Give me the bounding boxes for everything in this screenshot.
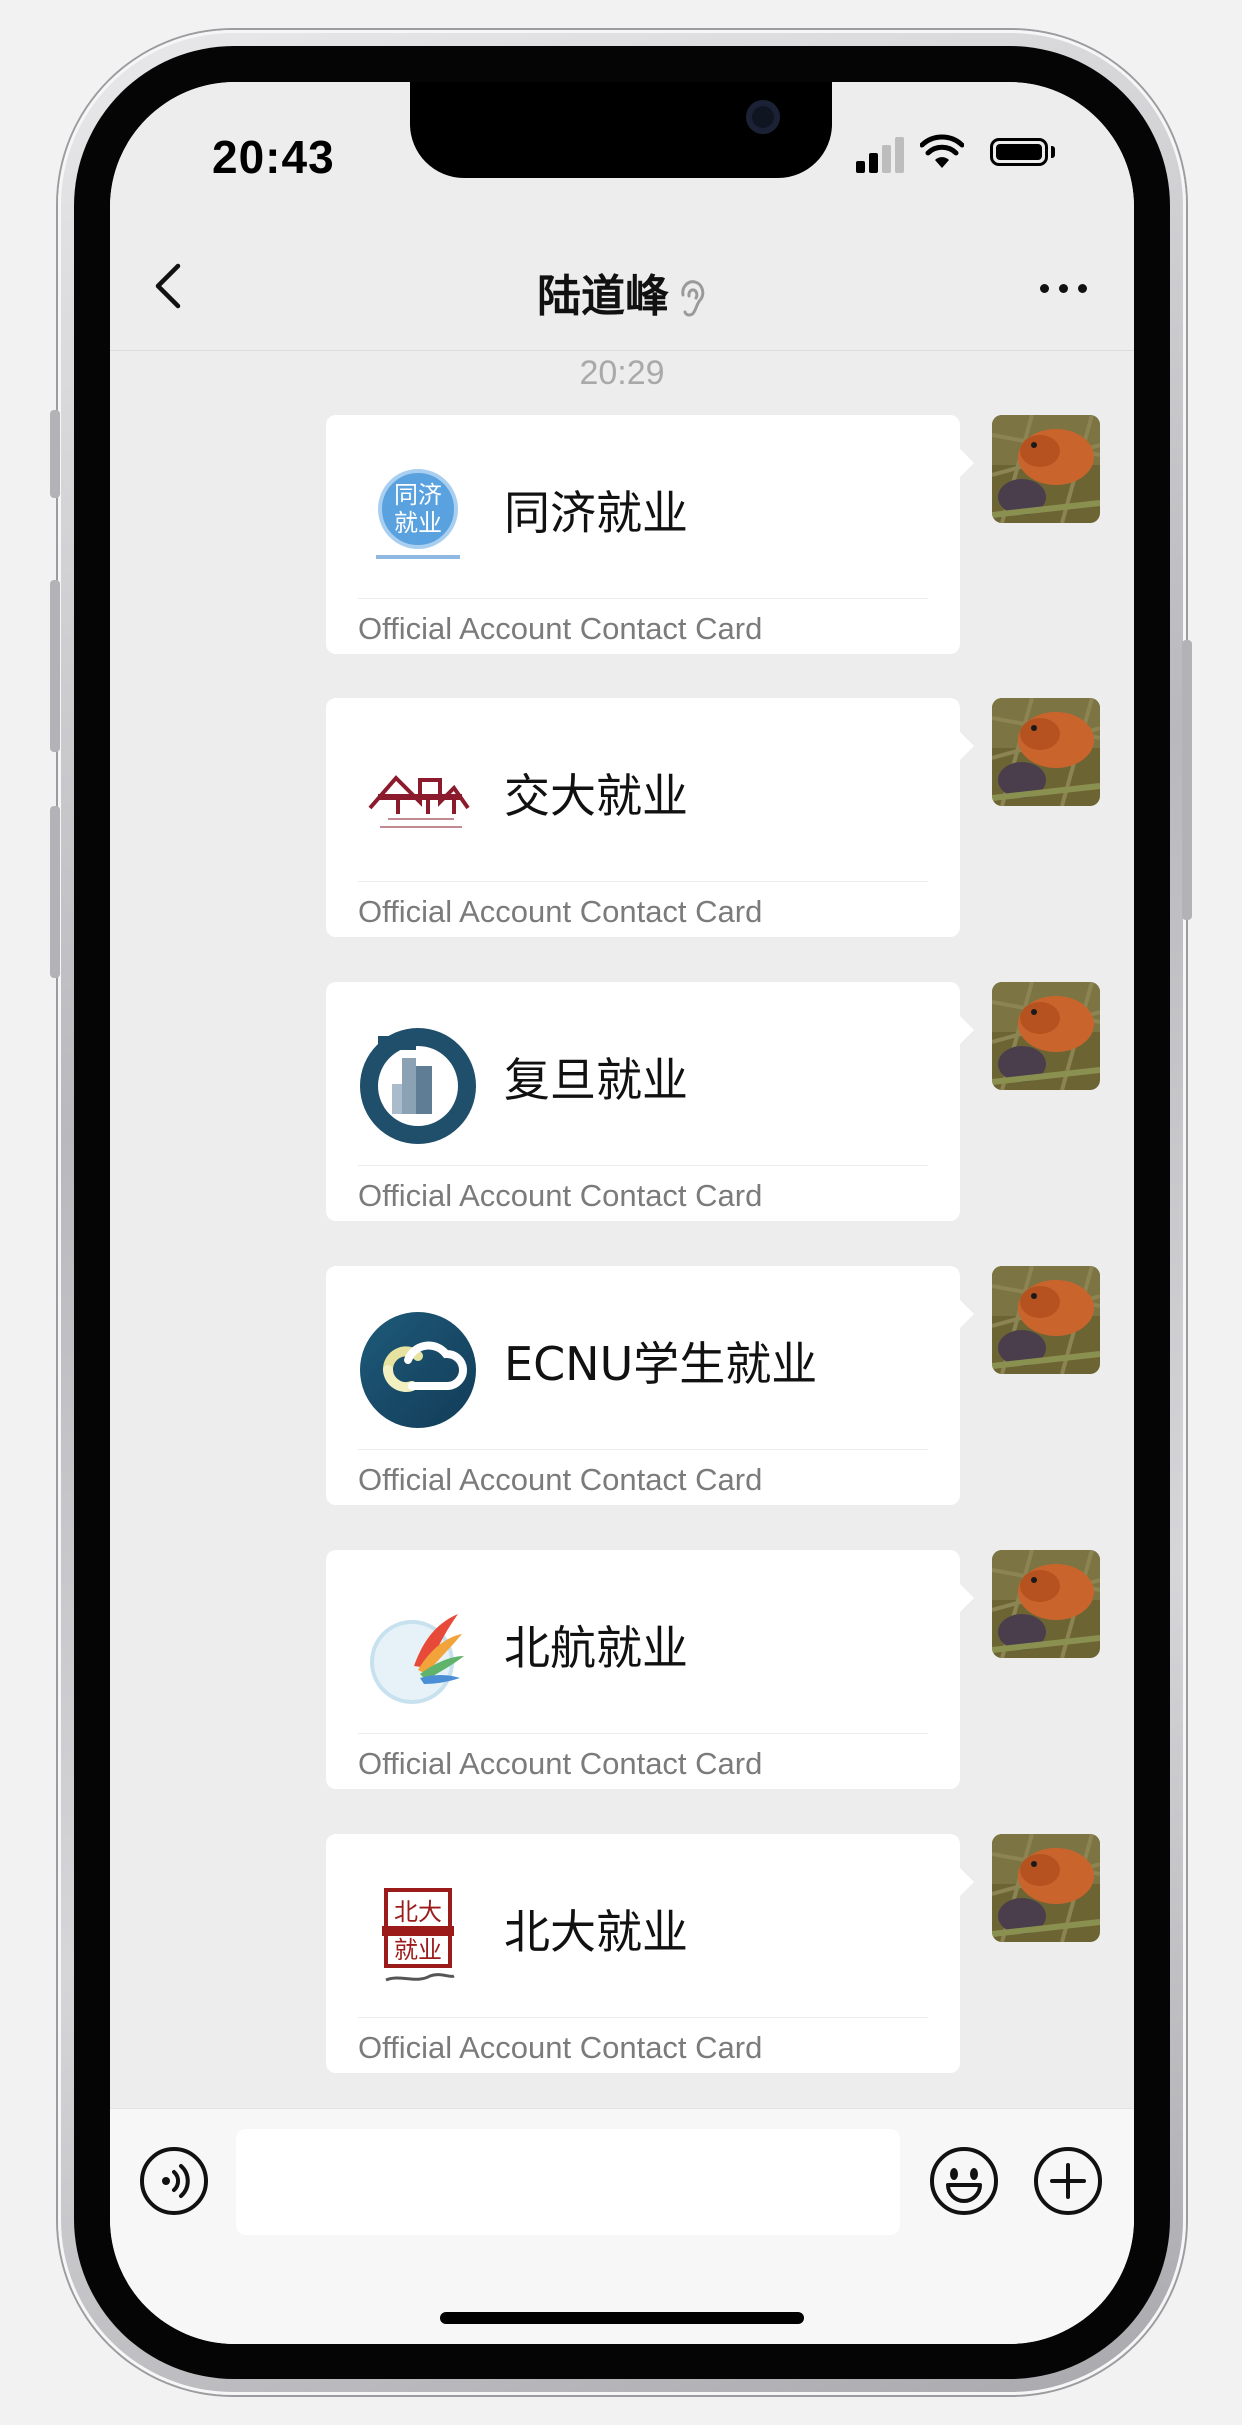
bubble-tail: [958, 447, 974, 479]
tongji-logo: 同济 就业: [356, 457, 480, 581]
card-type-label: Official Account Contact Card: [358, 611, 763, 646]
avatar[interactable]: [992, 982, 1100, 1090]
message-row: 北航就业 Official Account Contact Card: [110, 1550, 1134, 1790]
card-divider: [358, 1449, 928, 1450]
more-options-icon[interactable]: [1034, 268, 1094, 308]
avatar[interactable]: [992, 1834, 1100, 1942]
message-list: 20:29 同济 就业 同济就业 Official Account Contac…: [110, 350, 1134, 2190]
card-name: 同济就业: [504, 486, 688, 540]
message-row: ECNU学生就业 Official Account Contact Card: [110, 1266, 1134, 1506]
pku-logo: 北大 就业: [356, 1876, 480, 2000]
chat-title: 陆道峰: [110, 260, 1134, 324]
card-type-label: Official Account Contact Card: [358, 1746, 763, 1781]
bubble-tail: [958, 1866, 974, 1898]
card-divider: [358, 881, 928, 882]
notch: [410, 82, 832, 178]
card-name: 交大就业: [504, 769, 688, 823]
battery-cap: [1051, 146, 1055, 158]
message-row: 交大就业 Official Account Contact Card: [110, 698, 1134, 938]
status-bar: 20:43: [110, 82, 1134, 232]
contact-card[interactable]: ECNU学生就业 Official Account Contact Card: [326, 1266, 960, 1505]
avatar[interactable]: [992, 1550, 1100, 1658]
front-camera: [746, 100, 780, 134]
card-divider: [358, 598, 928, 599]
bubble-tail: [958, 1298, 974, 1330]
card-name: 复旦就业: [504, 1053, 688, 1107]
svg-text:同济: 同济: [394, 481, 442, 509]
message-row: 北大 就业 北大就业 Official Account Contact Card: [110, 1834, 1134, 2074]
card-divider: [358, 1733, 928, 1734]
ear-icon: [681, 280, 705, 317]
avatar[interactable]: [992, 1266, 1100, 1374]
avatar[interactable]: [992, 415, 1100, 523]
ecnu-logo: [356, 1308, 480, 1432]
bubble-tail: [958, 1014, 974, 1046]
card-type-label: Official Account Contact Card: [358, 2030, 763, 2065]
wifi-icon: [920, 134, 964, 168]
status-time: 20:43: [212, 131, 335, 183]
chat-title-text: 陆道峰: [537, 272, 669, 321]
volume-down-button: [50, 806, 60, 978]
message-input[interactable]: [236, 2129, 900, 2235]
emoji-icon[interactable]: [928, 2145, 1000, 2217]
card-divider: [358, 1165, 928, 1166]
screen: 20:43 陆道峰 20:29 同济 就业 同济就业 Official Acco…: [110, 82, 1134, 2344]
contact-card[interactable]: 北大 就业 北大就业 Official Account Contact Card: [326, 1834, 960, 2073]
card-divider: [358, 2017, 928, 2018]
volume-up-button: [50, 580, 60, 752]
svg-text:就业: 就业: [394, 1936, 442, 1964]
message-row: 复旦就业 Official Account Contact Card: [110, 982, 1134, 1222]
contact-card[interactable]: 同济 就业 同济就业 Official Account Contact Card: [326, 415, 960, 654]
chat-header: 陆道峰: [110, 232, 1134, 351]
avatar[interactable]: [992, 698, 1100, 806]
message-row: 同济 就业 同济就业 Official Account Contact Card: [110, 415, 1134, 655]
plus-icon[interactable]: [1032, 2145, 1104, 2217]
contact-card[interactable]: 复旦就业 Official Account Contact Card: [326, 982, 960, 1221]
message-timestamp: 20:29: [579, 354, 665, 392]
card-name: 北航就业: [504, 1621, 688, 1675]
cellular-signal-icon: [856, 137, 906, 173]
contact-card[interactable]: 北航就业 Official Account Contact Card: [326, 1550, 960, 1789]
card-name: ECNU学生就业: [504, 1337, 818, 1391]
svg-text:北大: 北大: [394, 1898, 442, 1926]
fudan-logo: [356, 1024, 480, 1148]
silent-switch: [50, 410, 60, 498]
svg-text:就业: 就业: [394, 509, 442, 537]
home-indicator[interactable]: [440, 2312, 804, 2324]
voice-icon[interactable]: [138, 2145, 210, 2217]
input-bar: [110, 2108, 1134, 2344]
contact-card[interactable]: 交大就业 Official Account Contact Card: [326, 698, 960, 937]
card-type-label: Official Account Contact Card: [358, 1178, 763, 1213]
card-name: 北大就业: [504, 1905, 688, 1959]
power-button: [1182, 640, 1192, 920]
card-type-label: Official Account Contact Card: [358, 894, 763, 929]
bubble-tail: [958, 730, 974, 762]
bubble-tail: [958, 1582, 974, 1614]
battery-icon: [990, 138, 1048, 166]
buaa-logo: [356, 1592, 480, 1716]
card-type-label: Official Account Contact Card: [358, 1462, 763, 1497]
sjtu-logo: [356, 740, 480, 864]
